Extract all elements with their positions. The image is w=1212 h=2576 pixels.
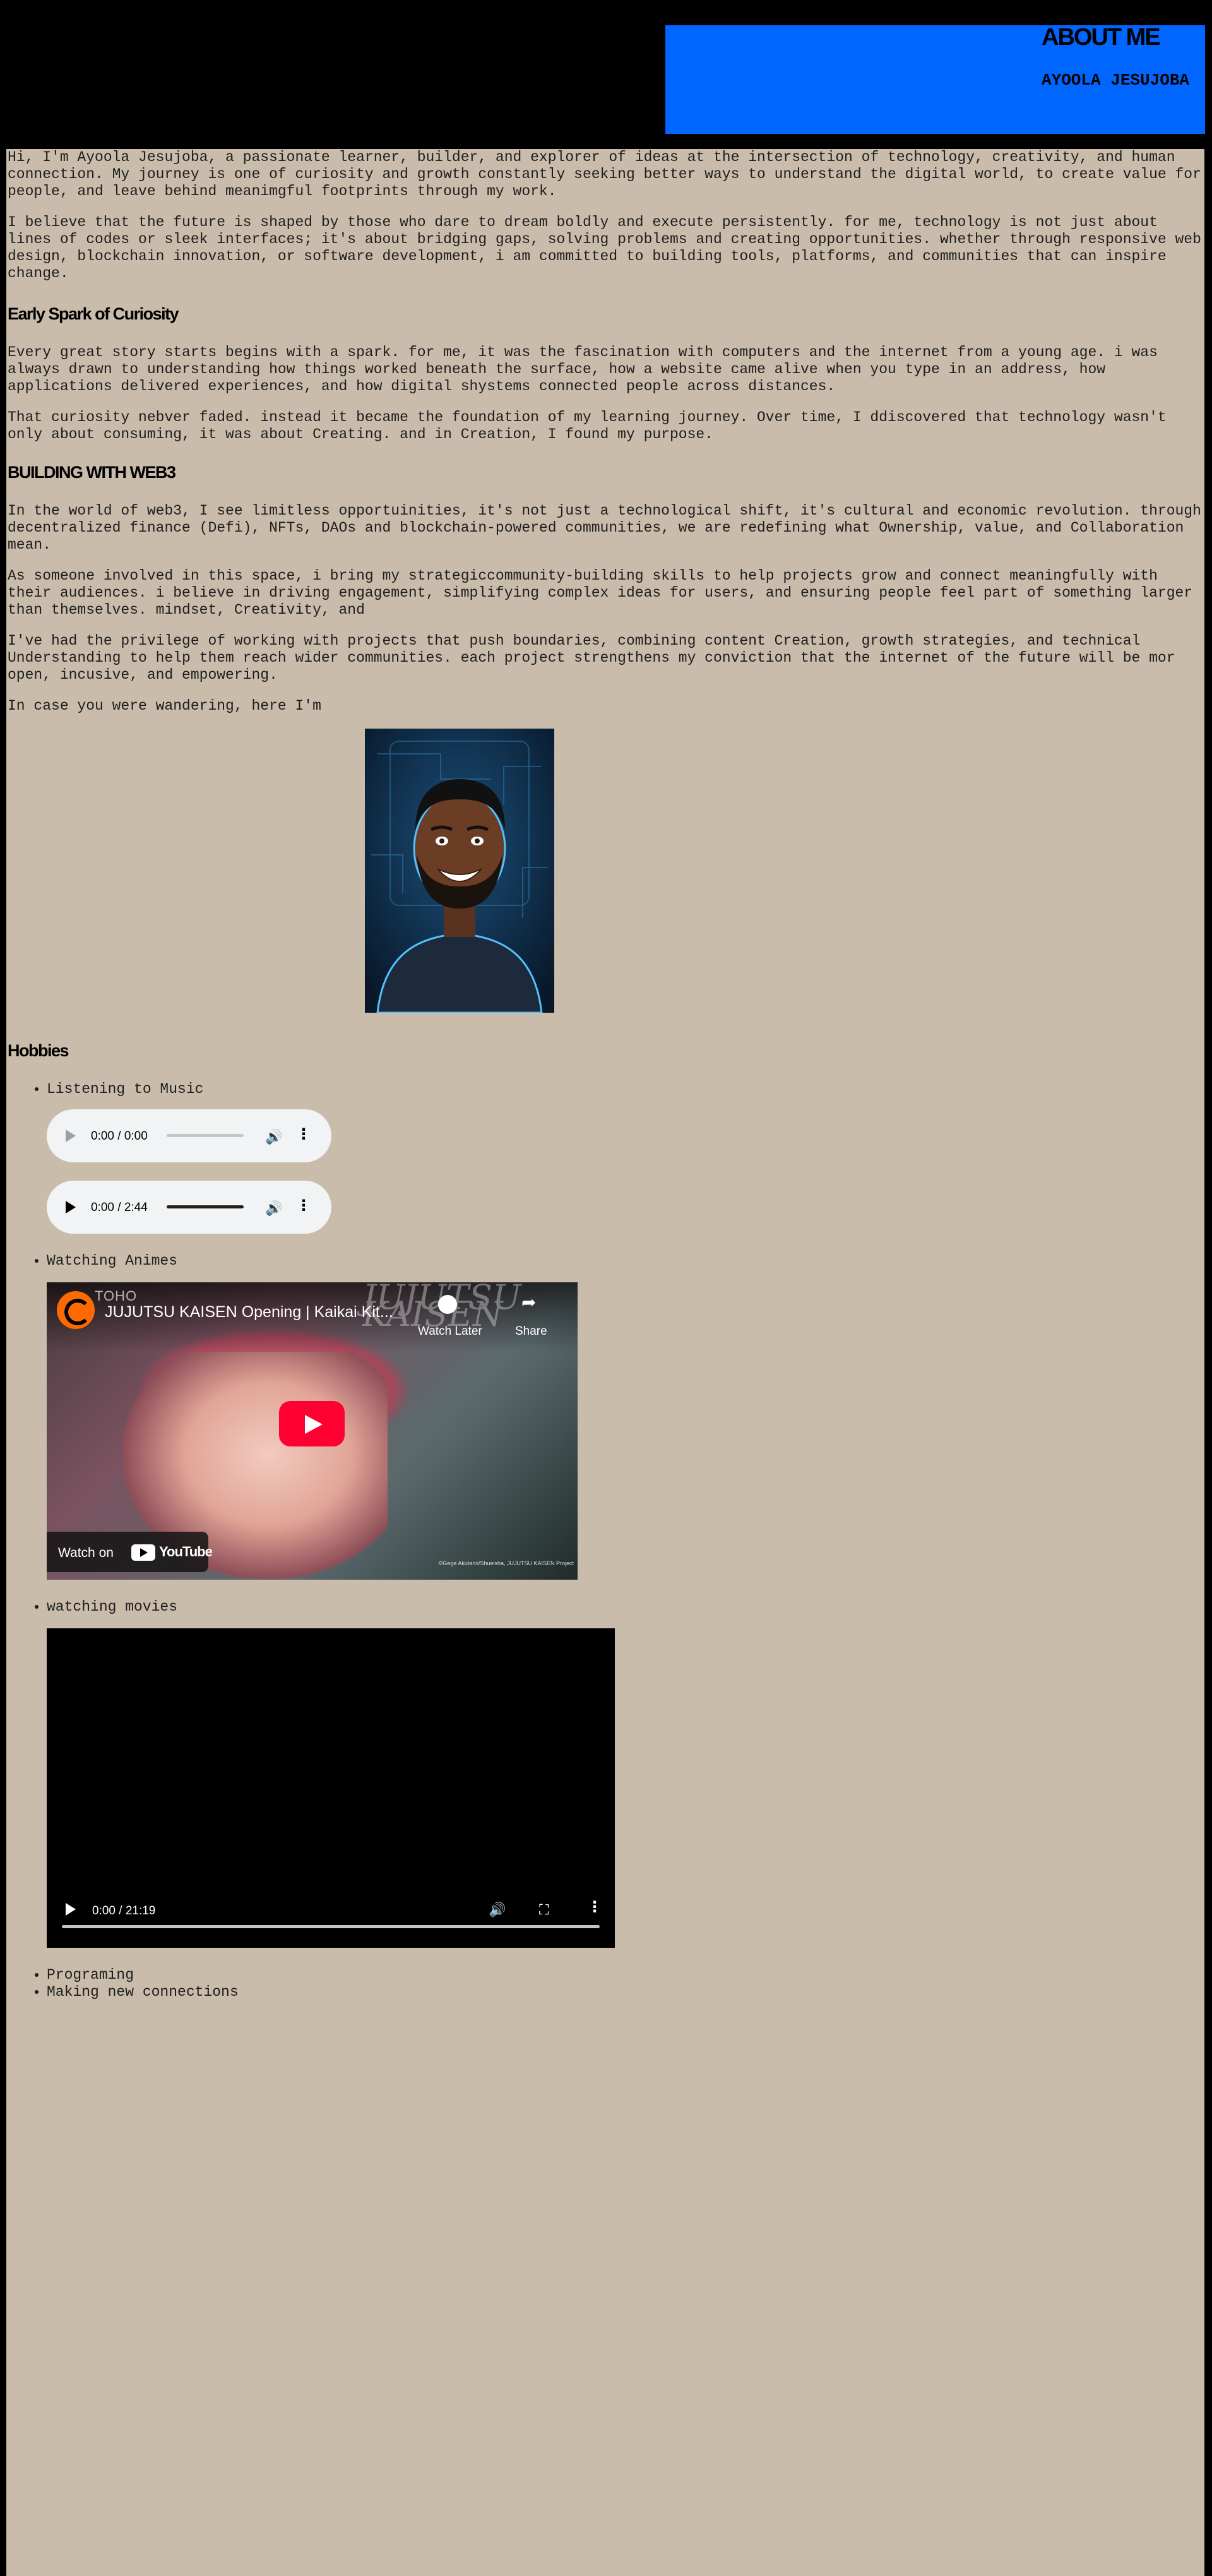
- profile-avatar-image: [365, 729, 554, 1013]
- hobby-label: Watching Animes: [47, 1253, 178, 1269]
- hobby-item-connections: Making new connections: [47, 1984, 1202, 2001]
- intro-paragraph-2: I believe that the future is shaped by t…: [8, 214, 1201, 282]
- audio-time: 0:00 / 2:44: [91, 1201, 148, 1214]
- hobby-label: Making new connections: [47, 1984, 239, 2000]
- volume-icon[interactable]: 🔊: [265, 1128, 282, 1145]
- section-title-spark: Early Spark of Curiosity: [8, 304, 179, 323]
- audio-time: 0:00 / 0:00: [91, 1130, 148, 1143]
- hobby-label: Listening to Music: [47, 1081, 204, 1097]
- web3-paragraph-3: I've had the privilege of working with p…: [8, 633, 1175, 683]
- spark-paragraph-1: Every great story starts begins with a s…: [8, 344, 1158, 395]
- watch-on-youtube-button[interactable]: Watch on YouTube: [47, 1532, 213, 1572]
- play-icon[interactable]: [66, 1903, 76, 1916]
- intro-paragraph-1: Hi, I'm Ayoola Jesujoba, a passionate le…: [8, 149, 1201, 200]
- video-player[interactable]: 0:00 / 21:19 🔊 ⛶ ⋮: [47, 1628, 615, 1948]
- youtube-play-button[interactable]: [279, 1401, 345, 1446]
- video-progress-bar[interactable]: [62, 1925, 600, 1928]
- clock-icon[interactable]: [438, 1295, 457, 1314]
- hobby-item-music: Listening to Music 0:00 / 0:00 🔊 ⋮ 0:00 …: [47, 1081, 1202, 1234]
- spark-paragraph-2: That curiosity nebver faded. instead it …: [8, 409, 1167, 443]
- audio-progress-bar[interactable]: [167, 1205, 244, 1208]
- more-options-icon[interactable]: ⋮: [296, 1126, 311, 1143]
- audio-player-2[interactable]: 0:00 / 2:44 🔊 ⋮: [47, 1181, 331, 1234]
- avatar-illustration-icon: [365, 729, 554, 1013]
- youtube-logo-icon: [131, 1544, 155, 1561]
- web3-paragraph-1: In the world of web3, I see limitless op…: [8, 503, 1201, 553]
- watch-later-button[interactable]: Watch Later: [418, 1323, 482, 1340]
- youtube-embed[interactable]: JUJUTSU KAISEN TOHO JUJUTSU KAISEN Openi…: [47, 1282, 578, 1580]
- video-title[interactable]: JUJUTSU KAISEN Opening | Kaikai Kit...: [105, 1304, 393, 1321]
- video-time: 0:00 / 21:19: [92, 1904, 156, 1917]
- channel-logo-icon[interactable]: [57, 1291, 95, 1329]
- hobby-item-anime: Watching Animes JUJUTSU KAISEN TOHO JUJU…: [47, 1253, 1202, 1580]
- show-logo-text: JUJUTSU KAISEN: [362, 1282, 521, 1334]
- play-icon[interactable]: [66, 1130, 76, 1142]
- hobby-item-movies: watching movies 0:00 / 21:19 🔊 ⛶ ⋮: [47, 1599, 1202, 1948]
- web3-paragraph-2: As someone involved in this space, i bri…: [8, 568, 1193, 618]
- more-options-icon[interactable]: ⋮: [587, 1899, 602, 1916]
- channel-name: TOHO: [95, 1288, 138, 1304]
- watch-on-label: Watch on: [58, 1546, 114, 1560]
- hobby-label: watching movies: [47, 1599, 178, 1615]
- section-title-hobbies: Hobbies: [8, 1041, 69, 1060]
- audio-progress-bar[interactable]: [167, 1134, 244, 1137]
- fullscreen-icon[interactable]: ⛶: [539, 1901, 549, 1918]
- share-icon[interactable]: ➦: [521, 1294, 536, 1311]
- profile-image-wrap: [8, 729, 1202, 1018]
- section-title-web3: BUILDING WITH WEB3: [8, 463, 176, 482]
- hobby-item-programming: Programing: [47, 1967, 1202, 1984]
- hobbies-list: Listening to Music 0:00 / 0:00 🔊 ⋮ 0:00 …: [8, 1081, 1202, 2001]
- hobby-label: Programing: [47, 1967, 134, 1983]
- thumbnail-copyright: ©Gege Akutami/Shueisha, JUJUTSU KAISEN P…: [438, 1560, 574, 1566]
- volume-icon[interactable]: 🔊: [265, 1200, 282, 1217]
- page-title: ABOUT ME: [1042, 24, 1161, 51]
- play-icon[interactable]: [66, 1201, 76, 1213]
- audio-players: 0:00 / 0:00 🔊 ⋮ 0:00 / 2:44 🔊 ⋮: [47, 1109, 1202, 1234]
- share-button[interactable]: Share: [515, 1323, 547, 1340]
- youtube-wordmark: YouTube: [159, 1544, 213, 1559]
- volume-icon[interactable]: 🔊: [489, 1901, 506, 1918]
- article-content: Hi, I'm Ayoola Jesujoba, a passionate le…: [8, 149, 1202, 2001]
- more-options-icon[interactable]: ⋮: [296, 1197, 311, 1214]
- web3-paragraph-4: In case you were wandering, here I'm: [8, 698, 321, 714]
- author-name: AYOOLA JESUJOBA: [1042, 71, 1190, 90]
- audio-player-1[interactable]: 0:00 / 0:00 🔊 ⋮: [47, 1109, 331, 1162]
